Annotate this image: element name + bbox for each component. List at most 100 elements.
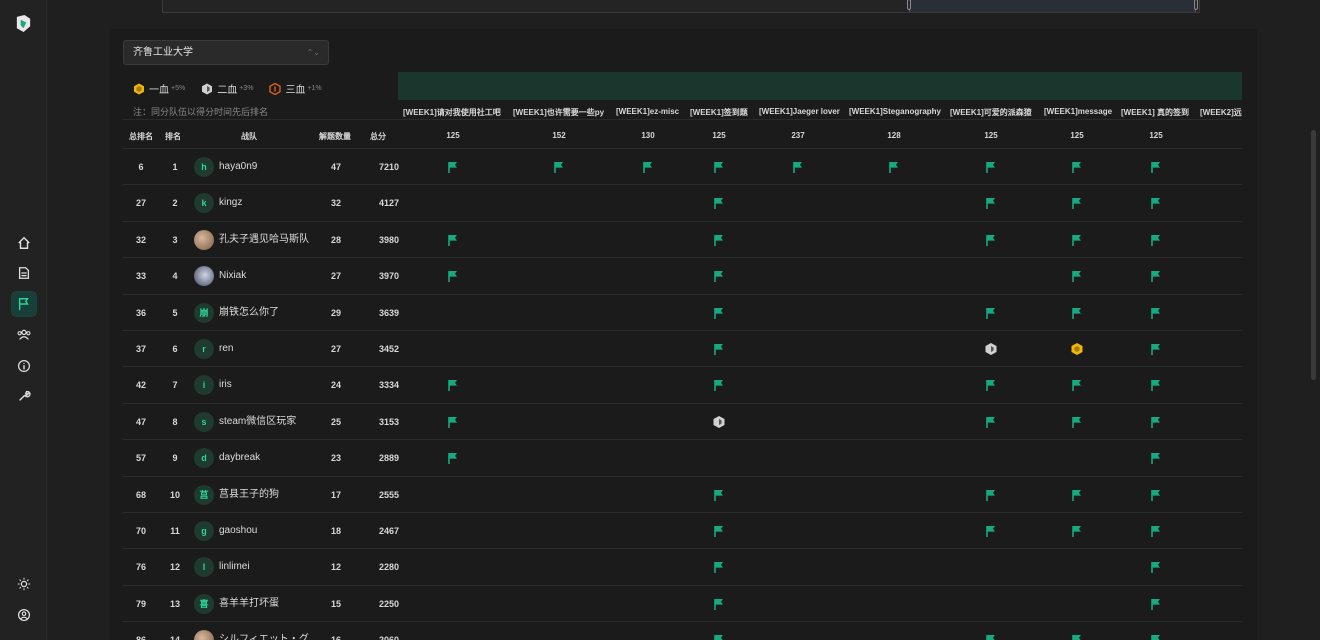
challenge-score: 237 <box>791 131 805 140</box>
table-row[interactable]: 79 13 喜喜羊羊打坏蛋 15 2250 <box>123 584 1242 622</box>
table-row[interactable]: 33 4 Nixiak 27 3970 <box>123 257 1242 293</box>
team-name[interactable]: steam微信区玩家 <box>219 404 296 440</box>
table-row[interactable]: 86 14 シルフィエット・グ 16 2060 <box>123 621 1242 640</box>
challenge-header[interactable]: [WEEK1]请对我使用社工吧 <box>403 107 511 119</box>
range-end-handle[interactable] <box>1194 0 1198 10</box>
wrench-icon[interactable] <box>11 383 37 409</box>
col-solved: 解题数量 <box>319 132 351 141</box>
table-row[interactable]: 57 9 d daybreak 23 2889 <box>123 439 1242 475</box>
table-row[interactable]: 70 11 g gaoshou 18 2467 <box>123 512 1242 548</box>
rank-cell: 10 <box>169 489 180 500</box>
info-icon[interactable] <box>11 353 37 379</box>
logo-icon[interactable] <box>14 14 33 33</box>
team-name[interactable]: kingz <box>219 185 242 221</box>
solved-flag-icon <box>1149 269 1163 283</box>
challenge-header[interactable]: [WEEK1]也许需要一些py <box>513 107 614 119</box>
solved-flag-icon <box>1070 306 1084 320</box>
sidebar <box>0 0 47 640</box>
rank-cell: 5 <box>172 307 178 318</box>
solved-flag-icon <box>446 378 460 392</box>
challenge-header[interactable]: [WEEK1] 真的签到 <box>1121 107 1198 119</box>
scrollbar[interactable] <box>1311 130 1316 380</box>
team-name[interactable]: linlimei <box>219 549 250 585</box>
team-name[interactable]: iris <box>219 367 232 403</box>
table-row[interactable]: 68 10 莒莒县王子的狗 17 2555 <box>123 475 1242 513</box>
challenge-header[interactable]: [WEEK1]ez-misc <box>616 107 688 119</box>
team-name[interactable]: haya0n9 <box>219 149 257 185</box>
solved-flag-icon <box>1070 524 1084 538</box>
timeline-slider[interactable] <box>162 0 1200 13</box>
team-name[interactable]: gaoshou <box>219 513 257 549</box>
solved-flag-icon <box>1070 269 1084 283</box>
team-name[interactable]: 崩铁怎么你了 <box>219 295 279 331</box>
total-score-cell: 2250 <box>378 598 400 609</box>
total-score-cell: 3970 <box>378 271 400 282</box>
table-row[interactable]: 6 1 h haya0n9 47 7210 <box>123 148 1242 184</box>
team-icon[interactable] <box>11 322 37 348</box>
header-divider <box>123 119 1242 120</box>
document-icon[interactable] <box>11 260 37 286</box>
legend-label: 一血 <box>149 85 169 96</box>
rank-cell: 6 <box>172 344 178 354</box>
solved-flag-icon <box>1149 597 1163 611</box>
challenge-header[interactable]: [WEEK1]message <box>1044 107 1119 119</box>
solved-flag-icon <box>712 342 726 356</box>
solved-flag-icon <box>984 306 998 320</box>
rank-cell: 13 <box>169 598 180 609</box>
table-row[interactable]: 36 5 崩崩铁怎么你了 29 3639 <box>123 293 1242 331</box>
total-score-cell: 3639 <box>378 307 400 318</box>
challenge-header[interactable]: [WEEK1]签到题 <box>690 107 757 119</box>
challenge-header[interactable]: [WEEK1]Jaeger lover <box>759 107 847 119</box>
avatar: i <box>194 375 214 396</box>
blood-legend: 一血 +5% 二血 +3% 三血 +1% <box>133 81 338 96</box>
school-select-value: 齐鲁工业大学 <box>133 47 193 58</box>
table-row[interactable]: 27 2 k kingz 32 4127 <box>123 184 1242 220</box>
solved-count-cell: 25 <box>330 416 341 427</box>
solved-flag-icon <box>984 488 998 502</box>
school-select[interactable]: 齐鲁工业大学 ⌃⌄ <box>123 40 329 65</box>
overall-rank-cell: 68 <box>135 489 146 500</box>
col-overall-rank: 总排名 <box>129 132 153 141</box>
challenge-header[interactable]: [WEEK2]远 <box>1200 107 1242 119</box>
theme-toggle-icon[interactable] <box>11 571 37 597</box>
challenge-score: 125 <box>712 131 726 140</box>
legend-third-blood: 三血 +1% <box>269 81 322 96</box>
solved-flag-icon <box>984 633 998 640</box>
home-icon[interactable] <box>11 230 37 256</box>
solved-count-cell: 16 <box>321 622 351 640</box>
solved-flag-icon <box>1070 633 1084 640</box>
solved-flag-icon <box>712 233 726 247</box>
overall-rank-cell: 32 <box>135 234 146 245</box>
table-row[interactable]: 32 3 孔夫子遇见哈马斯队 28 3980 <box>123 220 1242 258</box>
total-score-cell: 2280 <box>378 562 400 573</box>
range-start-handle[interactable] <box>907 0 911 10</box>
team-name[interactable]: daybreak <box>219 440 260 476</box>
total-score-cell: 3452 <box>378 344 400 354</box>
team-name[interactable]: シルフィエット・グ <box>219 622 309 640</box>
app: 齐鲁工业大学 ⌃⌄ 一血 +5% 二血 +3% 三血 +1% 注：同分队伍以得分… <box>0 0 1320 640</box>
table-row[interactable]: 37 6 r ren 27 3452 <box>123 330 1242 366</box>
challenge-header[interactable]: [WEEK1]可爱的派森猹 <box>950 107 1042 119</box>
rank-cell: 14 <box>163 622 187 640</box>
total-score-cell: 2467 <box>378 526 400 536</box>
solved-flag-icon <box>712 196 726 210</box>
solved-flag-icon <box>712 597 726 611</box>
challenge-header[interactable]: [WEEK1]Steganography <box>849 107 948 119</box>
first-blood-icon <box>1070 342 1084 356</box>
table-row[interactable]: 47 8 s steam微信区玩家 25 3153 <box>123 402 1242 440</box>
total-score-cell: 3334 <box>378 380 400 391</box>
avatar <box>194 266 214 287</box>
col-total: 总分 <box>370 132 386 141</box>
team-name[interactable]: ren <box>219 331 233 367</box>
solved-flag-icon <box>1149 160 1163 174</box>
table-row[interactable]: 42 7 i iris 24 3334 <box>123 366 1242 402</box>
team-name[interactable]: Nixiak <box>219 258 246 294</box>
team-name[interactable]: 莒县王子的狗 <box>219 477 279 513</box>
team-name[interactable]: 喜羊羊打坏蛋 <box>219 586 279 622</box>
team-name[interactable]: 孔夫子遇见哈马斯队 <box>219 222 309 258</box>
user-profile-icon[interactable] <box>11 602 37 628</box>
table-row[interactable]: 76 12 l linlimei 12 2280 <box>123 548 1242 584</box>
timeline-range[interactable] <box>907 0 1198 12</box>
flag-icon[interactable] <box>11 291 37 317</box>
legend-first-blood: 一血 +5% <box>133 81 185 96</box>
